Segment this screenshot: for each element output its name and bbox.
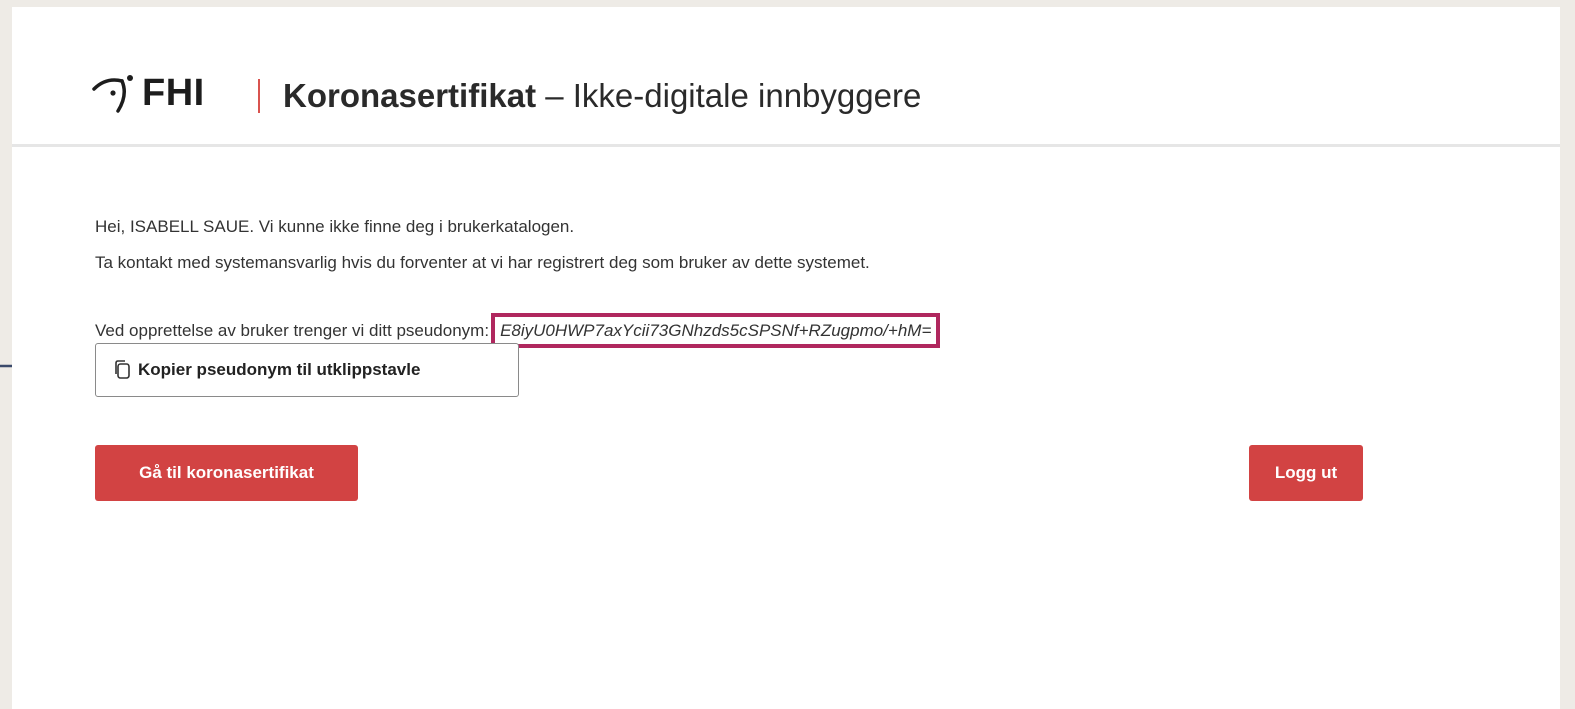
- copy-pseudonym-label: Kopier pseudonym til utklippstavle: [138, 360, 421, 379]
- logout-label: Logg ut: [1274, 463, 1338, 482]
- fhi-logo: FHI: [92, 69, 205, 117]
- page-title: Koronasertifikat – Ikke-digitale innbygg…: [283, 77, 921, 115]
- copy-pseudonym-button[interactable]: Kopier pseudonym til utklippstavle: [95, 343, 519, 397]
- pseudonym-label: Ved opprettelse av bruker trenger vi dit…: [95, 321, 490, 340]
- go-to-certificate-button[interactable]: Gå til koronasertifikat: [95, 445, 358, 501]
- logo-text: FHI: [142, 71, 205, 114]
- pseudonym-value: E8iyU0HWP7axYcii73GNhzds5cSPSNf+RZugpmo/…: [491, 313, 941, 348]
- greeting-text: Hei, ISABELL SAUE. Vi kunne ikke finne d…: [95, 217, 575, 236]
- page: FHI Koronasertifikat – Ikke-digitale inn…: [12, 7, 1560, 709]
- pseudonym-line: Ved opprettelse av bruker trenger vi dit…: [95, 313, 941, 348]
- page-title-sub: – Ikke-digitale innbyggere: [536, 77, 922, 114]
- go-to-certificate-label: Gå til koronasertifikat: [139, 463, 314, 482]
- logout-button[interactable]: Logg ut: [1249, 445, 1363, 501]
- header: FHI Koronasertifikat – Ikke-digitale inn…: [12, 7, 1560, 147]
- page-title-main: Koronasertifikat: [283, 77, 537, 114]
- copy-icon: [115, 360, 130, 379]
- header-divider: [258, 79, 260, 113]
- contact-text: Ta kontakt med systemansvarlig hvis du f…: [95, 253, 870, 272]
- fhi-bird-icon: [92, 75, 133, 113]
